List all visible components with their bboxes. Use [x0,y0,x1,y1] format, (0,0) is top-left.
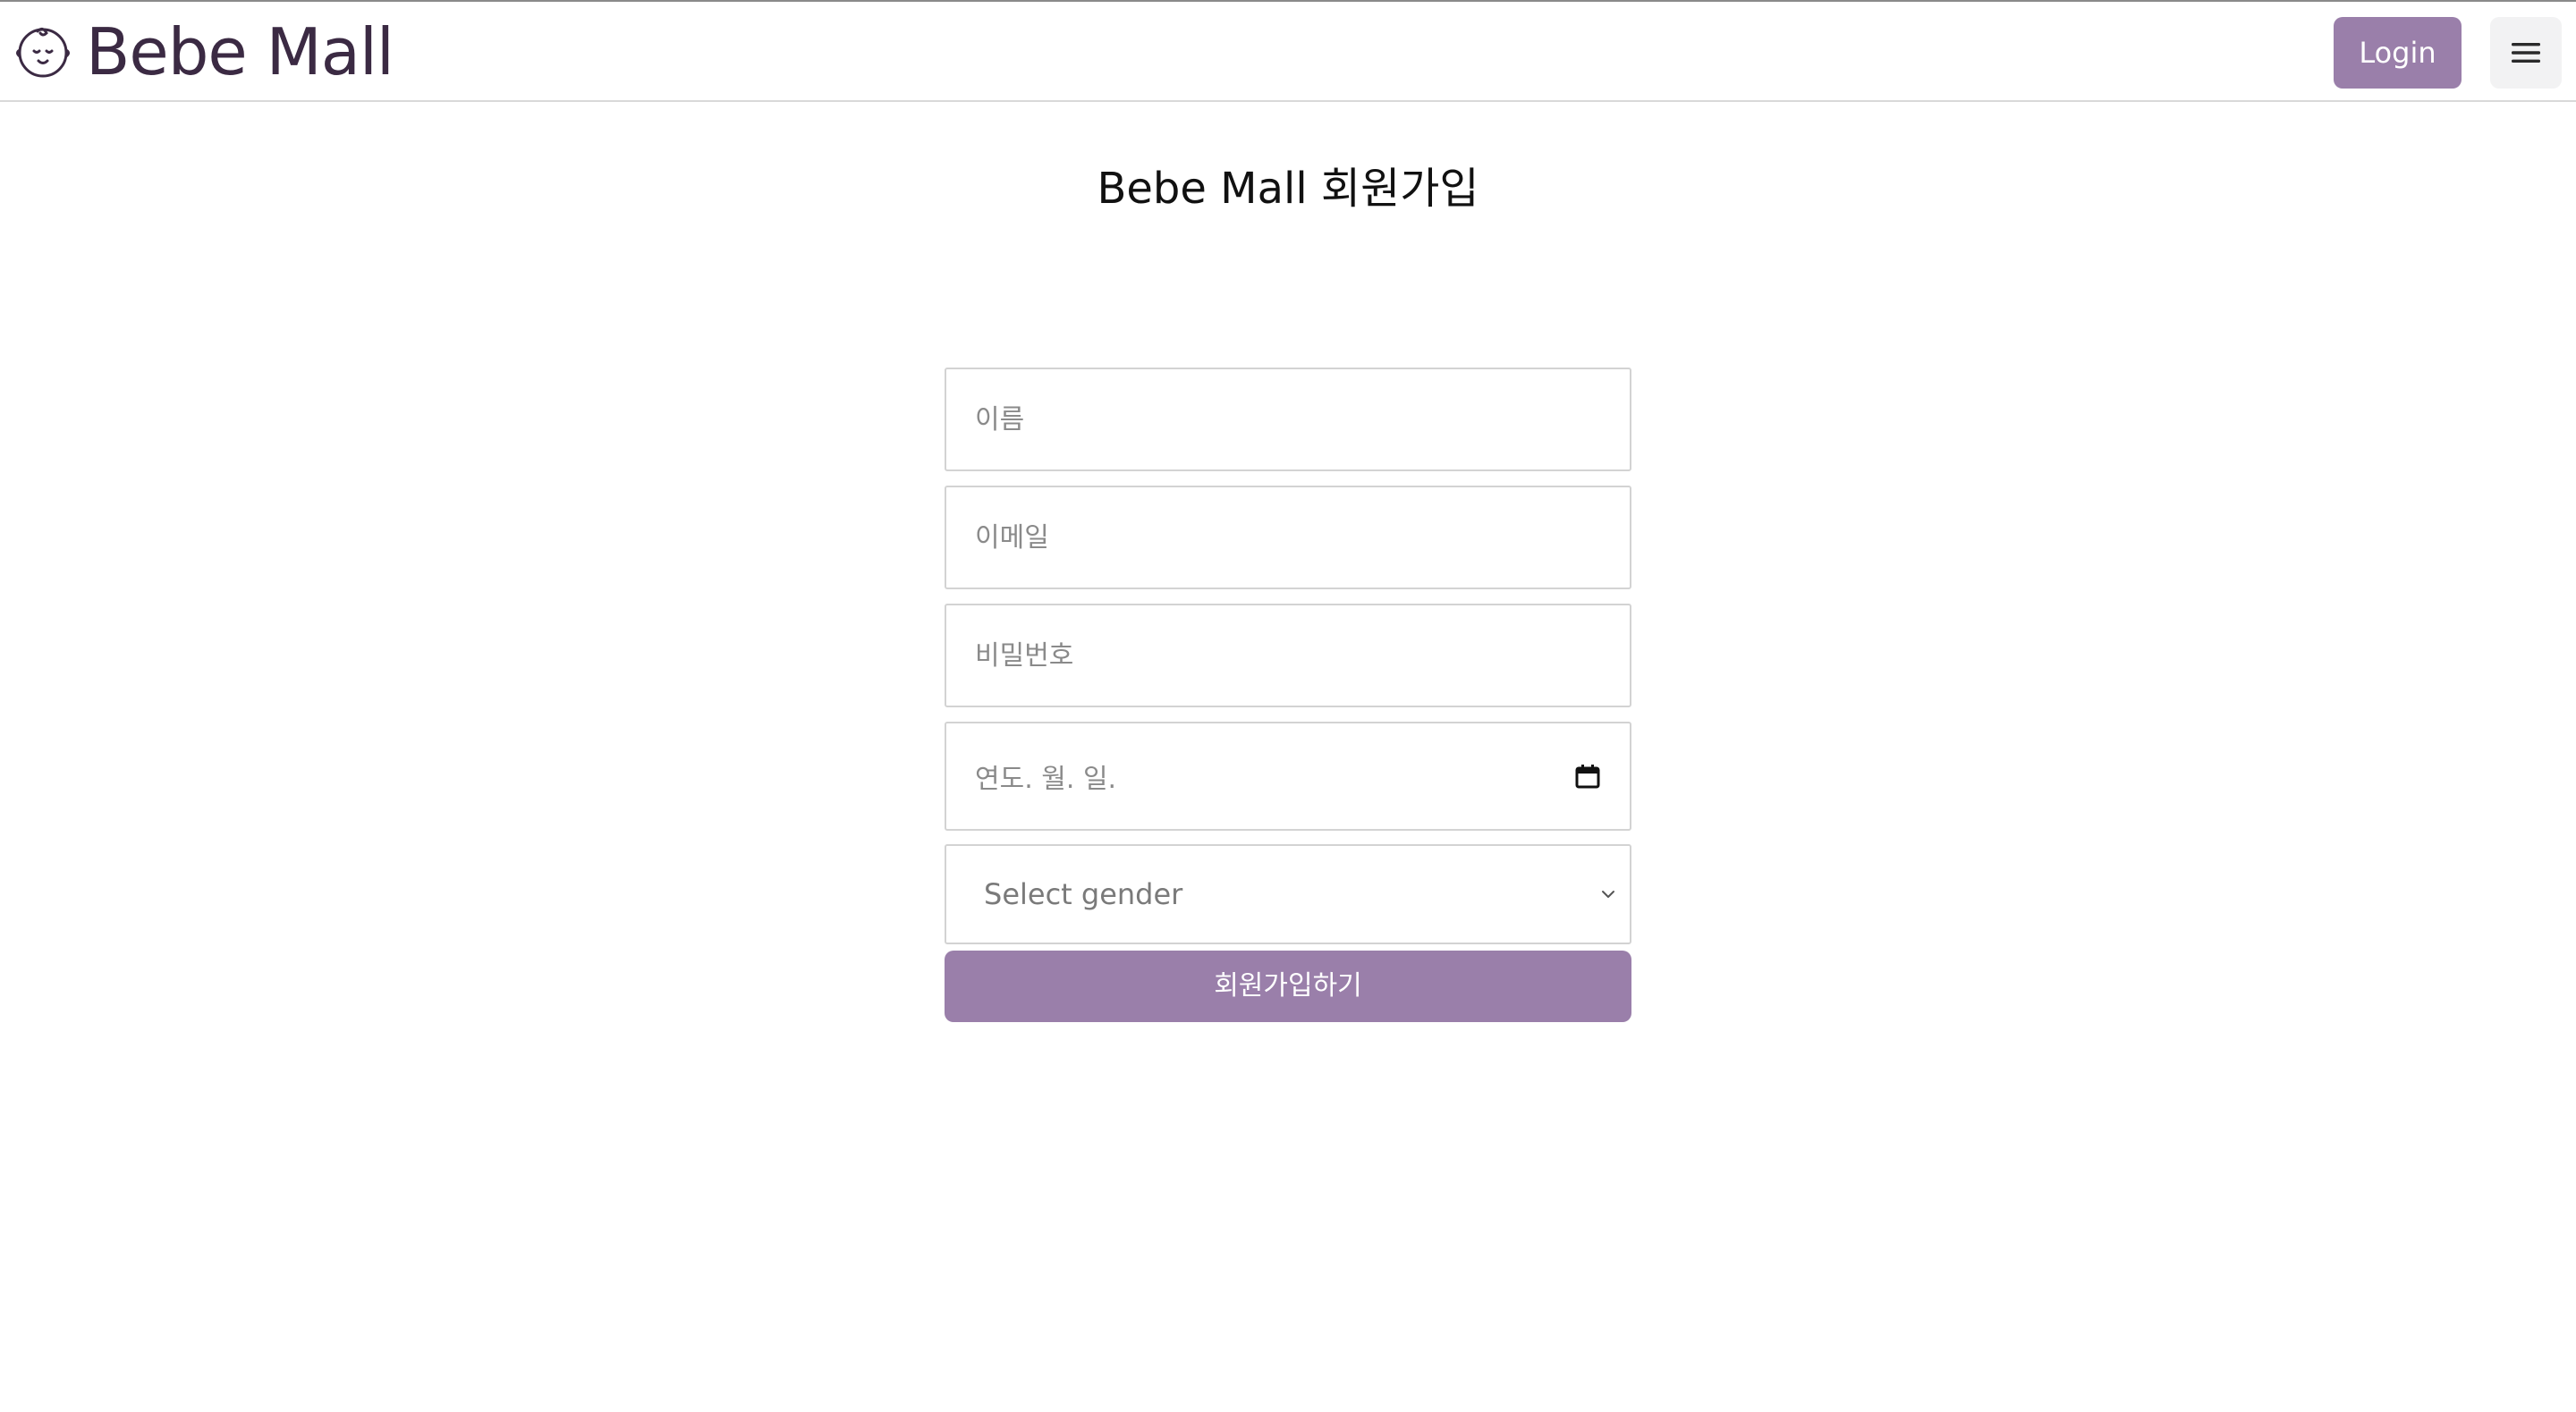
calendar-icon[interactable] [1574,763,1601,790]
baby-face-icon [14,23,72,80]
brand-link[interactable]: Bebe Mall [14,14,394,89]
menu-toggle-button[interactable] [2490,17,2562,89]
brand-name: Bebe Mall [86,14,394,89]
hamburger-menu-icon [2508,38,2544,67]
chevron-down-icon [1599,885,1617,903]
password-input[interactable] [945,604,1631,707]
gender-select-value: Select gender [984,877,1183,911]
name-input[interactable] [945,368,1631,471]
page-title: Bebe Mall 회원가입 [1097,164,1479,214]
birthdate-input[interactable]: 연도. 월. 일. [945,722,1631,831]
gender-select[interactable]: Select gender [945,844,1631,944]
email-input[interactable] [945,486,1631,589]
birthdate-placeholder: 연도. 월. 일. [975,764,1117,795]
login-button[interactable]: Login [2334,17,2462,89]
navbar: Bebe Mall Login [0,0,2576,102]
signup-submit-button[interactable]: 회원가입하기 [945,951,1631,1022]
